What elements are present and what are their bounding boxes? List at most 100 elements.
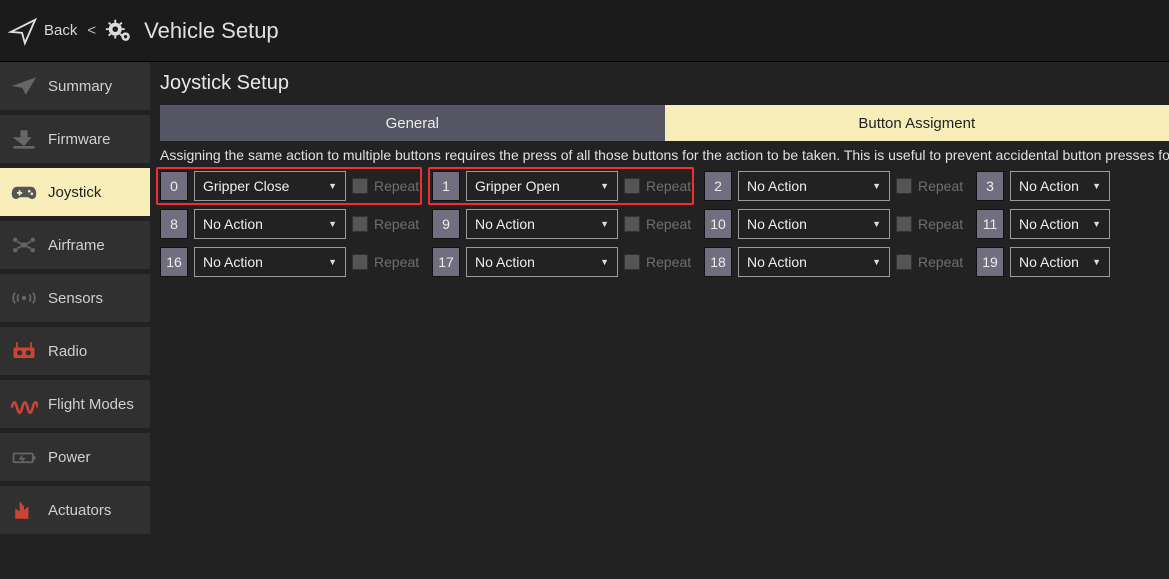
action-select-value: No Action xyxy=(203,254,263,270)
sidebar-item-label: Firmware xyxy=(48,131,111,148)
caret-down-icon: ▼ xyxy=(600,181,609,191)
sidebar-item-label: Flight Modes xyxy=(48,396,134,413)
action-select[interactable]: No Action ▼ xyxy=(466,247,618,277)
repeat-label: Repeat xyxy=(918,216,962,232)
sidebar-item-radio[interactable]: Radio xyxy=(0,327,150,380)
caret-down-icon: ▼ xyxy=(328,219,337,229)
repeat-label: Repeat xyxy=(918,178,962,194)
caret-down-icon: ▼ xyxy=(1092,181,1101,191)
repeat-label: Repeat xyxy=(646,216,690,232)
tab-general[interactable]: General xyxy=(160,105,665,141)
action-select[interactable]: Gripper Close ▼ xyxy=(194,171,346,201)
button-cell-18: 18No Action▼ Repeat xyxy=(704,247,962,277)
sidebar-item-label: Sensors xyxy=(48,290,103,307)
caret-down-icon: ▼ xyxy=(1092,219,1101,229)
sidebar-item-power[interactable]: Power xyxy=(0,433,150,486)
caret-down-icon: ▼ xyxy=(328,257,337,267)
action-select-value: No Action xyxy=(747,216,807,232)
info-text: Assigning the same action to multiple bu… xyxy=(160,147,1169,163)
action-select[interactable]: No Action ▼ xyxy=(466,209,618,239)
sidebar-item-summary[interactable]: Summary xyxy=(0,62,150,115)
button-number: 1 xyxy=(432,171,460,201)
repeat-checkbox[interactable] xyxy=(896,254,912,270)
back-angle-icon: < xyxy=(87,22,96,39)
button-cell-16: 16 No Action ▼ Repeat xyxy=(160,247,418,277)
repeat-checkbox[interactable] xyxy=(624,216,640,232)
action-select[interactable]: Gripper Open▼ xyxy=(466,171,618,201)
button-cell-3: 3No Action▼ xyxy=(976,171,1110,201)
back-button[interactable]: Back xyxy=(44,22,77,39)
repeat-checkbox[interactable] xyxy=(896,178,912,194)
sidebar-item-label: Actuators xyxy=(48,502,111,519)
repeat-checkbox[interactable] xyxy=(896,216,912,232)
sidebar-item-label: Joystick xyxy=(48,184,101,201)
sidebar-item-actuators[interactable]: Actuators xyxy=(0,486,150,539)
repeat-checkbox[interactable] xyxy=(352,216,368,232)
sidebar-item-airframe[interactable]: Airframe xyxy=(0,221,150,274)
button-row: 0Gripper Close▼Repeat1Gripper Open▼Repea… xyxy=(160,171,1169,201)
caret-down-icon: ▼ xyxy=(600,257,609,267)
action-select-value: No Action xyxy=(1019,178,1079,194)
action-select[interactable]: No Action ▼ xyxy=(1010,209,1110,239)
repeat-label: Repeat xyxy=(646,178,690,194)
action-select[interactable]: No Action ▼ xyxy=(194,247,346,277)
repeat-label: Repeat xyxy=(646,254,690,270)
button-row: 8No Action▼Repeat9No Action▼Repeat10No A… xyxy=(160,209,1169,239)
button-number: 2 xyxy=(704,171,732,201)
repeat-label: Repeat xyxy=(918,254,962,270)
button-cell-17: 17No Action▼Repeat xyxy=(432,247,690,277)
sidebar-item-flightmodes[interactable]: Flight Modes xyxy=(0,380,150,433)
repeat-label: Repeat xyxy=(374,254,418,270)
button-number: 11 xyxy=(976,209,1004,239)
caret-down-icon: ▼ xyxy=(328,181,337,191)
content-area: Joystick Setup General Button Assigment … xyxy=(150,62,1169,579)
battery-icon xyxy=(10,445,38,469)
download-icon xyxy=(10,127,38,151)
sidebar-item-sensors[interactable]: Sensors xyxy=(0,274,150,327)
caret-down-icon: ▼ xyxy=(872,219,881,229)
sidebar-item-firmware[interactable]: Firmware xyxy=(0,115,150,168)
repeat-checkbox[interactable] xyxy=(352,254,368,270)
action-select-value: No Action xyxy=(203,216,263,232)
repeat-checkbox[interactable] xyxy=(624,178,640,194)
action-select-value: No Action xyxy=(475,216,535,232)
button-cell-9: 9 No Action ▼ Repeat xyxy=(432,209,690,239)
action-select[interactable]: No Action▼ xyxy=(738,247,890,277)
page-title: Joystick Setup xyxy=(160,72,1169,95)
action-select-value: No Action xyxy=(1019,216,1079,232)
tab-bar: General Button Assigment xyxy=(160,105,1169,141)
caret-down-icon: ▼ xyxy=(600,219,609,229)
button-cell-19: 19 No Action ▼ xyxy=(976,247,1110,277)
button-number: 9 xyxy=(432,209,460,239)
button-cell-2: 2No Action▼ Repeat xyxy=(704,171,962,201)
repeat-checkbox[interactable] xyxy=(624,254,640,270)
action-select[interactable]: No Action ▼ xyxy=(738,209,890,239)
airframe-icon xyxy=(10,233,38,257)
button-number: 16 xyxy=(160,247,188,277)
repeat-checkbox[interactable] xyxy=(352,178,368,194)
action-select-value: No Action xyxy=(1019,254,1079,270)
action-select-value: No Action xyxy=(747,254,807,270)
action-select-value: Gripper Close xyxy=(203,178,289,194)
plane-icon xyxy=(10,74,38,98)
top-bar: Back < Vehicle Setup xyxy=(0,0,1169,62)
sidebar-item-label: Airframe xyxy=(48,237,105,254)
sidebar: Summary Firmware Joystick Airframe Senso… xyxy=(0,62,150,579)
action-select[interactable]: No Action ▼ xyxy=(1010,247,1110,277)
repeat-label: Repeat xyxy=(374,178,418,194)
action-select[interactable]: No Action ▼ xyxy=(194,209,346,239)
button-number: 18 xyxy=(704,247,732,277)
radar-icon xyxy=(10,286,38,310)
sidebar-item-label: Summary xyxy=(48,78,112,95)
button-number: 10 xyxy=(704,209,732,239)
button-cell-1: 1Gripper Open▼ Repeat xyxy=(428,167,694,205)
button-number: 19 xyxy=(976,247,1004,277)
action-select[interactable]: No Action ▼ xyxy=(1010,171,1110,201)
action-select[interactable]: No Action▼ xyxy=(738,171,890,201)
sidebar-item-joystick[interactable]: Joystick xyxy=(0,168,150,221)
caret-down-icon: ▼ xyxy=(1092,257,1101,267)
action-select-value: No Action xyxy=(747,178,807,194)
action-select-value: No Action xyxy=(475,254,535,270)
tab-button-assignment[interactable]: Button Assigment xyxy=(665,105,1169,141)
gamepad-icon xyxy=(10,180,38,204)
